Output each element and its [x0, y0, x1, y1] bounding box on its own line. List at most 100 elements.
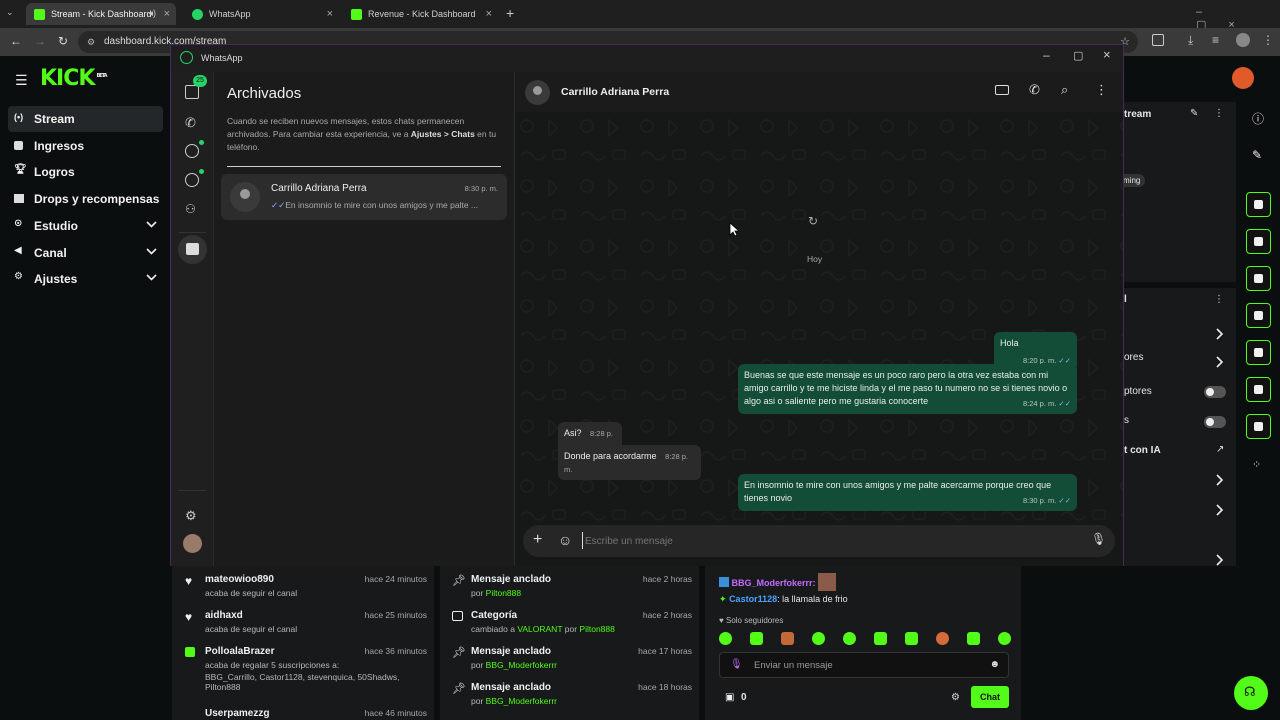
settings-icon[interactable]: ⚙ [185, 508, 199, 523]
close-tab-icon[interactable]: × [164, 8, 170, 20]
rail-divider [179, 490, 206, 491]
chat-bubble-button[interactable] [1246, 303, 1271, 328]
sidebar-item-stream[interactable]: (•) Stream [8, 106, 163, 132]
calendar-button[interactable] [1246, 377, 1271, 402]
microphone-icon[interactable]: 🎙︎ [1091, 532, 1106, 546]
back-icon[interactable]: ← [10, 34, 22, 48]
broadcast-button[interactable] [1246, 340, 1271, 365]
chevron-right-icon[interactable] [1216, 474, 1224, 486]
lightning-button[interactable] [1246, 229, 1271, 254]
user-avatar[interactable] [1232, 67, 1254, 89]
channels-icon[interactable] [185, 173, 199, 187]
sidebar-item-estudio[interactable]: ⊙ Estudio [8, 213, 163, 239]
profile-avatar[interactable] [183, 534, 202, 553]
emoji-icon[interactable]: ☻ [989, 659, 1000, 670]
tab-revenue[interactable]: Revenue - Kick Dashboard × [343, 3, 498, 25]
sticker-icon[interactable]: ☺ [558, 532, 572, 548]
sidebar-item-ingresos[interactable]: Ingresos [8, 133, 163, 159]
emote-icon[interactable] [812, 632, 825, 645]
archived-button[interactable] [178, 235, 207, 264]
voice-call-icon[interactable]: ✆ [1029, 82, 1040, 98]
search-icon[interactable]: ⌕ [1061, 82, 1068, 98]
chevron-right-icon[interactable] [1216, 504, 1224, 516]
emote-icon[interactable] [967, 632, 980, 645]
pencil-icon[interactable]: ✎ [1252, 148, 1262, 162]
close-tab-icon[interactable]: × [486, 8, 492, 20]
contact-name[interactable]: Carrillo Adriana Perra [561, 86, 669, 98]
document-button[interactable] [1246, 266, 1271, 291]
message-bubble-incoming[interactable]: Donde para acordarme 8:28 p. m. [558, 445, 701, 480]
message-bubble-outgoing[interactable]: Buenas se que este mensaje es un poco ra… [738, 364, 1077, 414]
tab-search-icon[interactable]: ⌄ [6, 7, 14, 18]
minimize-icon[interactable]: – [1043, 48, 1050, 62]
emote-icon[interactable] [998, 632, 1011, 645]
toggle-switch[interactable] [1204, 386, 1226, 398]
sidebar-item-logros[interactable]: 🏆︎ Logros [8, 159, 163, 185]
list-title: Archivados [227, 85, 302, 102]
emote-icon[interactable] [781, 632, 794, 645]
gift-icon[interactable]: ▣ [725, 692, 734, 703]
browser-menu-icon[interactable]: ⋮ [1262, 33, 1274, 47]
sidebar-item-drops[interactable]: Drops y recompensas [8, 186, 163, 212]
help-chat-button[interactable]: ☊ [1234, 676, 1268, 710]
emote-icon[interactable] [905, 632, 918, 645]
chat-list-item[interactable]: Carrillo Adriana Perra 8:30 p. m. ✓✓En i… [221, 174, 507, 220]
chevron-down-icon[interactable] [146, 248, 157, 255]
maximize-icon[interactable]: ▢ [1073, 49, 1083, 62]
close-window-icon[interactable]: × [1103, 47, 1111, 62]
chevron-right-icon[interactable] [1216, 328, 1224, 340]
new-tab-button[interactable]: + [506, 5, 514, 21]
message-input[interactable] [585, 530, 1075, 552]
extensions-icon[interactable] [1152, 34, 1164, 46]
emote-icon[interactable] [936, 632, 949, 645]
calls-icon[interactable]: ✆ [185, 115, 199, 130]
site-info-icon[interactable]: ⚙ [87, 31, 95, 53]
chevron-right-icon[interactable] [1216, 356, 1224, 368]
more-options-icon[interactable]: ⋮ [1214, 294, 1224, 305]
emote-icon[interactable] [750, 632, 763, 645]
emote-icon[interactable] [843, 632, 856, 645]
broadcast-icon: (•) [14, 112, 24, 122]
menu-icon[interactable]: ⋮ [1095, 82, 1108, 98]
wrench-button[interactable] [1246, 414, 1271, 439]
media-icon[interactable]: ≡ [1212, 33, 1219, 47]
profile-avatar[interactable] [1236, 33, 1250, 47]
forward-icon[interactable]: → [34, 34, 46, 48]
contact-avatar[interactable] [525, 80, 550, 105]
sidebar-item-ajustes[interactable]: ⚙ Ajustes [8, 266, 163, 292]
microphone-icon[interactable]: 🎙︎ [730, 659, 743, 670]
emote-icon[interactable] [719, 632, 732, 645]
message-bubble-outgoing[interactable]: En insomnio te mire con unos amigos y me… [738, 474, 1077, 511]
communities-icon[interactable]: ⚇ [185, 202, 199, 216]
sidebar-item-canal[interactable]: ◀ Canal [8, 240, 163, 266]
refresh-icon[interactable]: ↻ [808, 214, 818, 228]
video-call-icon[interactable] [995, 85, 1009, 95]
edit-icon[interactable]: ✎ [1190, 108, 1198, 119]
tab-stream[interactable]: Stream - Kick Dashboard ◂) × [26, 3, 176, 25]
toggle-switch[interactable] [1204, 416, 1226, 428]
tab-whatsapp[interactable]: WhatsApp × [184, 3, 339, 25]
list-divider [227, 166, 501, 167]
chevron-down-icon[interactable] [146, 221, 157, 228]
layout-button[interactable] [1246, 192, 1271, 217]
emote-icon[interactable] [874, 632, 887, 645]
more-options-icon[interactable]: ⋮ [1214, 108, 1224, 119]
close-tab-icon[interactable]: × [327, 8, 333, 20]
status-icon[interactable] [185, 144, 199, 158]
external-link-icon[interactable]: ↗ [1216, 444, 1224, 455]
chats-icon[interactable] [185, 85, 199, 99]
chat-input[interactable]: 🎙︎ Enviar un mensaje ☻ [719, 652, 1009, 678]
hamburger-menu-icon[interactable]: ☰ [15, 72, 28, 89]
double-check-icon: ✓✓ [1058, 496, 1071, 505]
settings-icon[interactable]: ⚙ [951, 692, 960, 703]
attach-plus-icon[interactable]: + [533, 531, 542, 549]
reload-icon[interactable]: ↻ [58, 34, 68, 48]
info-icon[interactable]: ⓘ [1252, 110, 1264, 127]
kick-logo[interactable]: KICK BETA [40, 66, 108, 91]
send-chat-button[interactable]: Chat [971, 686, 1009, 708]
speaker-icon[interactable]: ◂) [148, 8, 156, 19]
chevron-down-icon[interactable] [146, 274, 157, 281]
download-icon[interactable]: ⤓ [1188, 33, 1193, 48]
more-dots-icon[interactable]: ⁘ [1252, 458, 1261, 471]
chevron-right-icon[interactable] [1216, 554, 1224, 566]
